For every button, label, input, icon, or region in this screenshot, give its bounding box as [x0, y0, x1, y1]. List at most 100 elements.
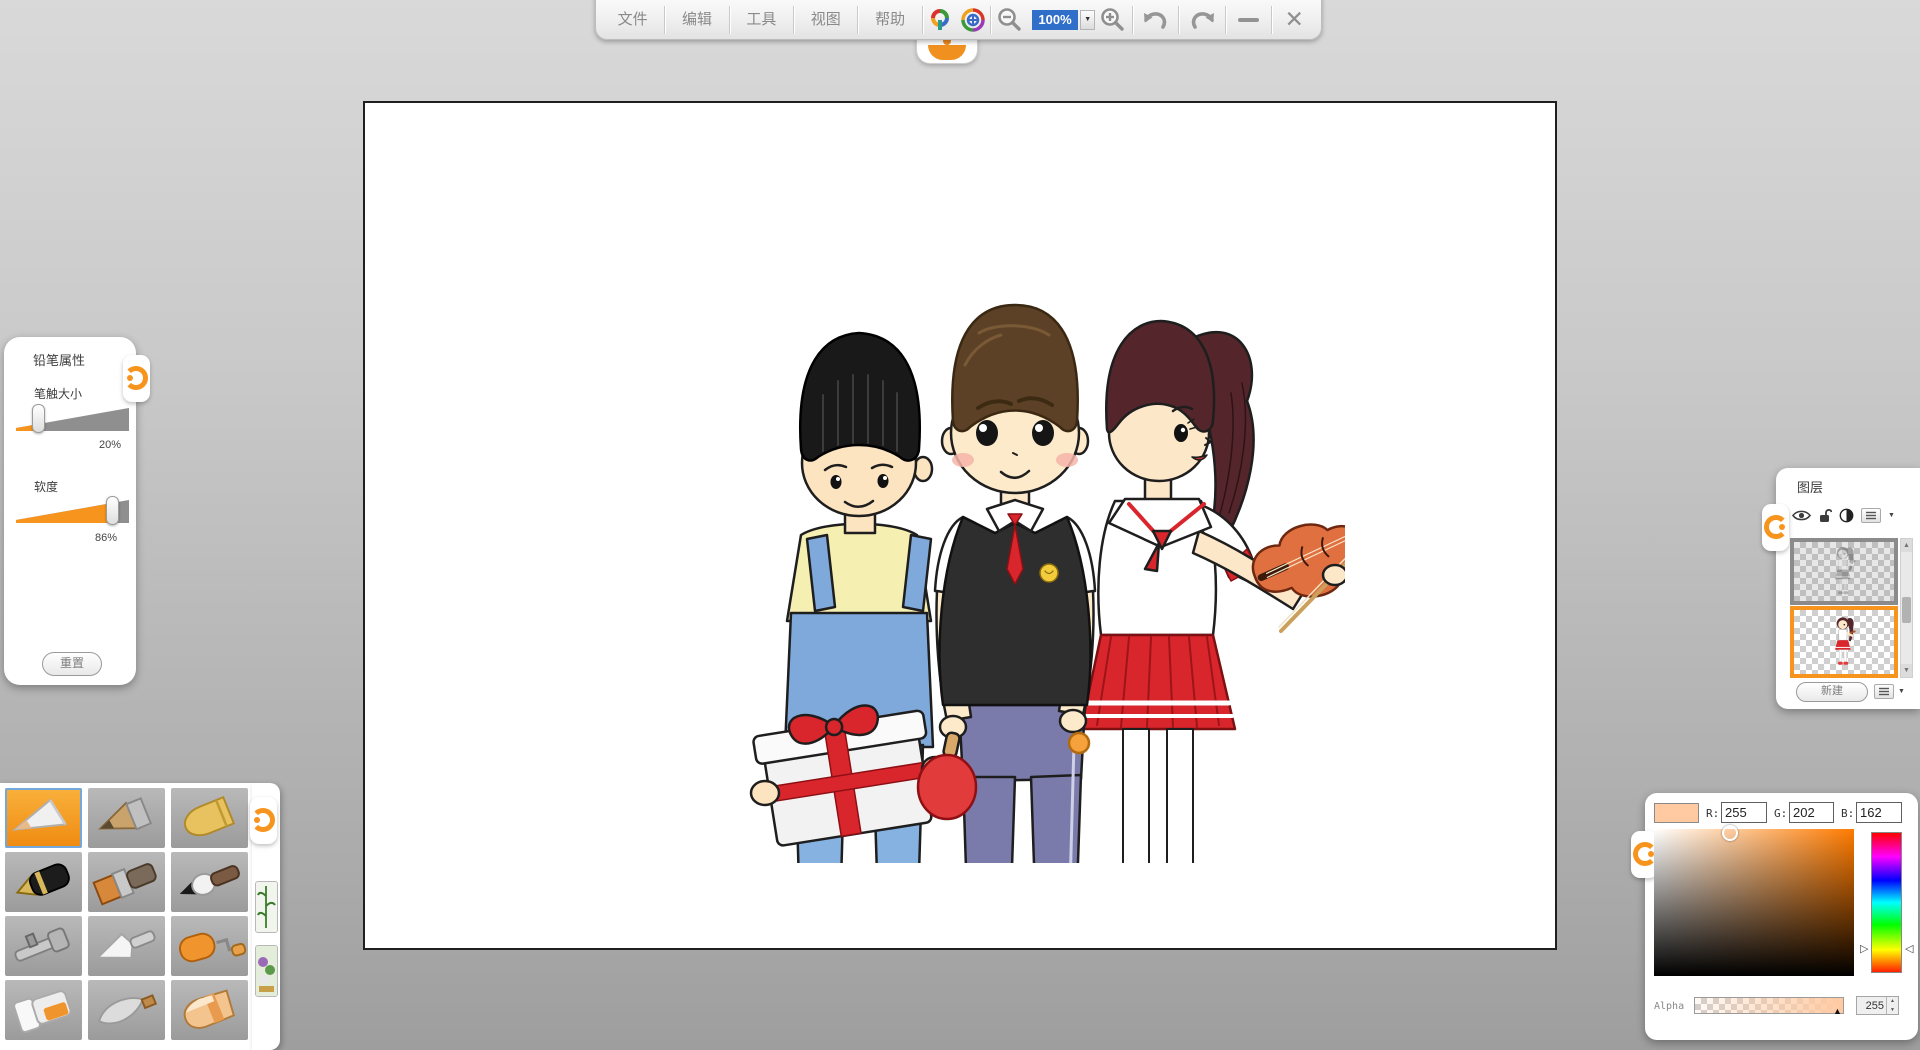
close-button[interactable]: ✕ [1273, 3, 1315, 37]
softness-label: 软度 [34, 478, 58, 495]
undo-button[interactable] [1134, 3, 1178, 37]
chevron-down-icon[interactable]: ▼ [1888, 512, 1895, 519]
tool-airbrush[interactable] [5, 916, 82, 976]
softness-slider-thumb[interactable] [106, 496, 119, 525]
red-label: R: [1706, 807, 1719, 820]
brush-size-label: 笔触大小 [34, 385, 82, 402]
toolbar-separator [1132, 6, 1133, 34]
blue-value-field[interactable] [1856, 802, 1902, 823]
brush-palette [0, 783, 290, 1050]
toolbar-separator [990, 6, 991, 34]
brush-size-slider[interactable] [16, 405, 130, 435]
spinner-up-icon[interactable]: ▲ [1887, 997, 1898, 1006]
spinner-down-icon[interactable]: ▼ [1887, 1006, 1898, 1015]
rainbow-figure-icon[interactable] [924, 3, 957, 37]
palette-handle[interactable] [250, 797, 277, 844]
current-color-swatch [1654, 803, 1699, 823]
texture-picture-button[interactable] [255, 945, 278, 997]
brush-size-slider-thumb[interactable] [32, 404, 45, 433]
pencil-panel-handle[interactable] [123, 355, 150, 402]
zoom-out-button[interactable] [992, 3, 1028, 37]
chevron-down-icon: ▼ [1084, 16, 1091, 23]
tool-palette-knife[interactable] [88, 916, 165, 976]
alpha-value: 255 [1857, 1000, 1886, 1012]
tool-pencil[interactable] [5, 788, 82, 848]
layers-panel: 图层 ▼ [1776, 468, 1920, 709]
layer-visibility-eye-icon[interactable] [1792, 509, 1811, 522]
hue-arrow-right-icon[interactable]: ◁ [1905, 944, 1913, 955]
toolbar-separator [857, 6, 858, 34]
saturation-value-picker[interactable] [1654, 829, 1854, 976]
hue-slider[interactable] [1871, 832, 1902, 973]
toolbar-separator [664, 6, 665, 34]
texture-bamboo-button[interactable] [255, 881, 278, 933]
minimize-button[interactable] [1227, 3, 1271, 37]
layer-opacity-icon[interactable] [1839, 508, 1854, 523]
toolbar-collapse-tab[interactable] [916, 36, 978, 64]
color-picker-panel: R: G: B: ▷ ◁ Alpha ▲ 255 ▲ ▼ [1645, 793, 1918, 1040]
softness-slider[interactable] [16, 497, 130, 527]
toolbar-separator [1271, 6, 1272, 34]
toolbar-separator [729, 6, 730, 34]
brush-size-value: 20% [99, 439, 121, 451]
green-value-field[interactable] [1789, 802, 1834, 823]
scroll-up-icon[interactable]: ▲ [1901, 539, 1912, 552]
clown-smile-icon [928, 45, 966, 60]
layers-scrollbar[interactable]: ▲ ▼ [1900, 538, 1913, 678]
panel-handle-dot [1779, 524, 1785, 530]
layers-panel-handle[interactable] [1762, 504, 1789, 551]
menu-view[interactable]: 视图 [795, 1, 856, 39]
toolbar-separator [793, 6, 794, 34]
pencil-panel-title: 铅笔属性 [33, 350, 85, 369]
alpha-slider[interactable]: ▲ [1694, 997, 1844, 1014]
tool-crayon[interactable] [171, 788, 248, 848]
new-layer-button[interactable]: 新建 [1796, 682, 1868, 702]
chevron-down-icon[interactable]: ▼ [1898, 688, 1905, 695]
toolbar-separator [1225, 6, 1226, 34]
redo-button[interactable] [1180, 3, 1224, 37]
scrollbar-thumb[interactable] [1902, 597, 1911, 623]
main-toolbar: 文件 编辑 工具 视图 帮助 [595, 0, 1322, 40]
layer-thumbnail-active[interactable] [1790, 606, 1898, 678]
reset-button[interactable]: 重置 [42, 652, 102, 676]
close-icon: ✕ [1285, 8, 1304, 31]
zoom-level-field[interactable]: 100% [1032, 10, 1079, 30]
alpha-label: Alpha [1654, 1001, 1684, 1012]
scroll-down-icon[interactable]: ▼ [1901, 664, 1912, 677]
green-label: G: [1774, 807, 1787, 820]
color-cursor[interactable] [1722, 825, 1738, 841]
zoom-dropdown-button[interactable]: ▼ [1080, 10, 1095, 30]
toolbar-separator [1178, 6, 1179, 34]
tool-eraser[interactable] [171, 980, 248, 1040]
boy-pingpong [918, 305, 1095, 863]
layer-thumbnail-sketch[interactable] [1790, 538, 1898, 605]
tool-leaf-blade[interactable] [88, 980, 165, 1040]
app-window: 文件 编辑 工具 视图 帮助 [0, 0, 1920, 1050]
tool-paint-roller[interactable] [171, 916, 248, 976]
girl-violin [1081, 321, 1345, 863]
softness-value: 86% [95, 532, 117, 544]
drawing-canvas[interactable] [363, 101, 1557, 950]
tool-wood-pencil[interactable] [88, 788, 165, 848]
layer-lock-icon[interactable] [1818, 508, 1832, 523]
layer-menu-button[interactable] [1861, 508, 1881, 523]
hue-arrow-left-icon[interactable]: ▷ [1860, 944, 1868, 955]
panel-handle-dot [254, 817, 260, 823]
tool-fountain-pen[interactable] [5, 852, 82, 912]
tool-ink-brush[interactable] [171, 852, 248, 912]
red-value-field[interactable] [1721, 802, 1767, 823]
alpha-marker-icon[interactable]: ▲ [1833, 1007, 1842, 1016]
blue-label: B: [1841, 807, 1854, 820]
menu-help[interactable]: 帮助 [859, 1, 920, 39]
layers-options-button[interactable] [1874, 684, 1894, 699]
tool-flat-brush[interactable] [88, 852, 165, 912]
menu-file[interactable]: 文件 [602, 1, 663, 39]
alpha-value-box[interactable]: 255 ▲ ▼ [1856, 996, 1899, 1015]
menu-tools[interactable]: 工具 [731, 1, 792, 39]
zoom-in-button[interactable] [1095, 3, 1131, 37]
canvas-artwork [695, 273, 1345, 863]
tool-paint-jar[interactable] [5, 980, 82, 1040]
menu-edit[interactable]: 编辑 [666, 1, 727, 39]
rainbow-swirl-icon[interactable] [956, 3, 989, 37]
toolbar-separator [922, 6, 923, 34]
